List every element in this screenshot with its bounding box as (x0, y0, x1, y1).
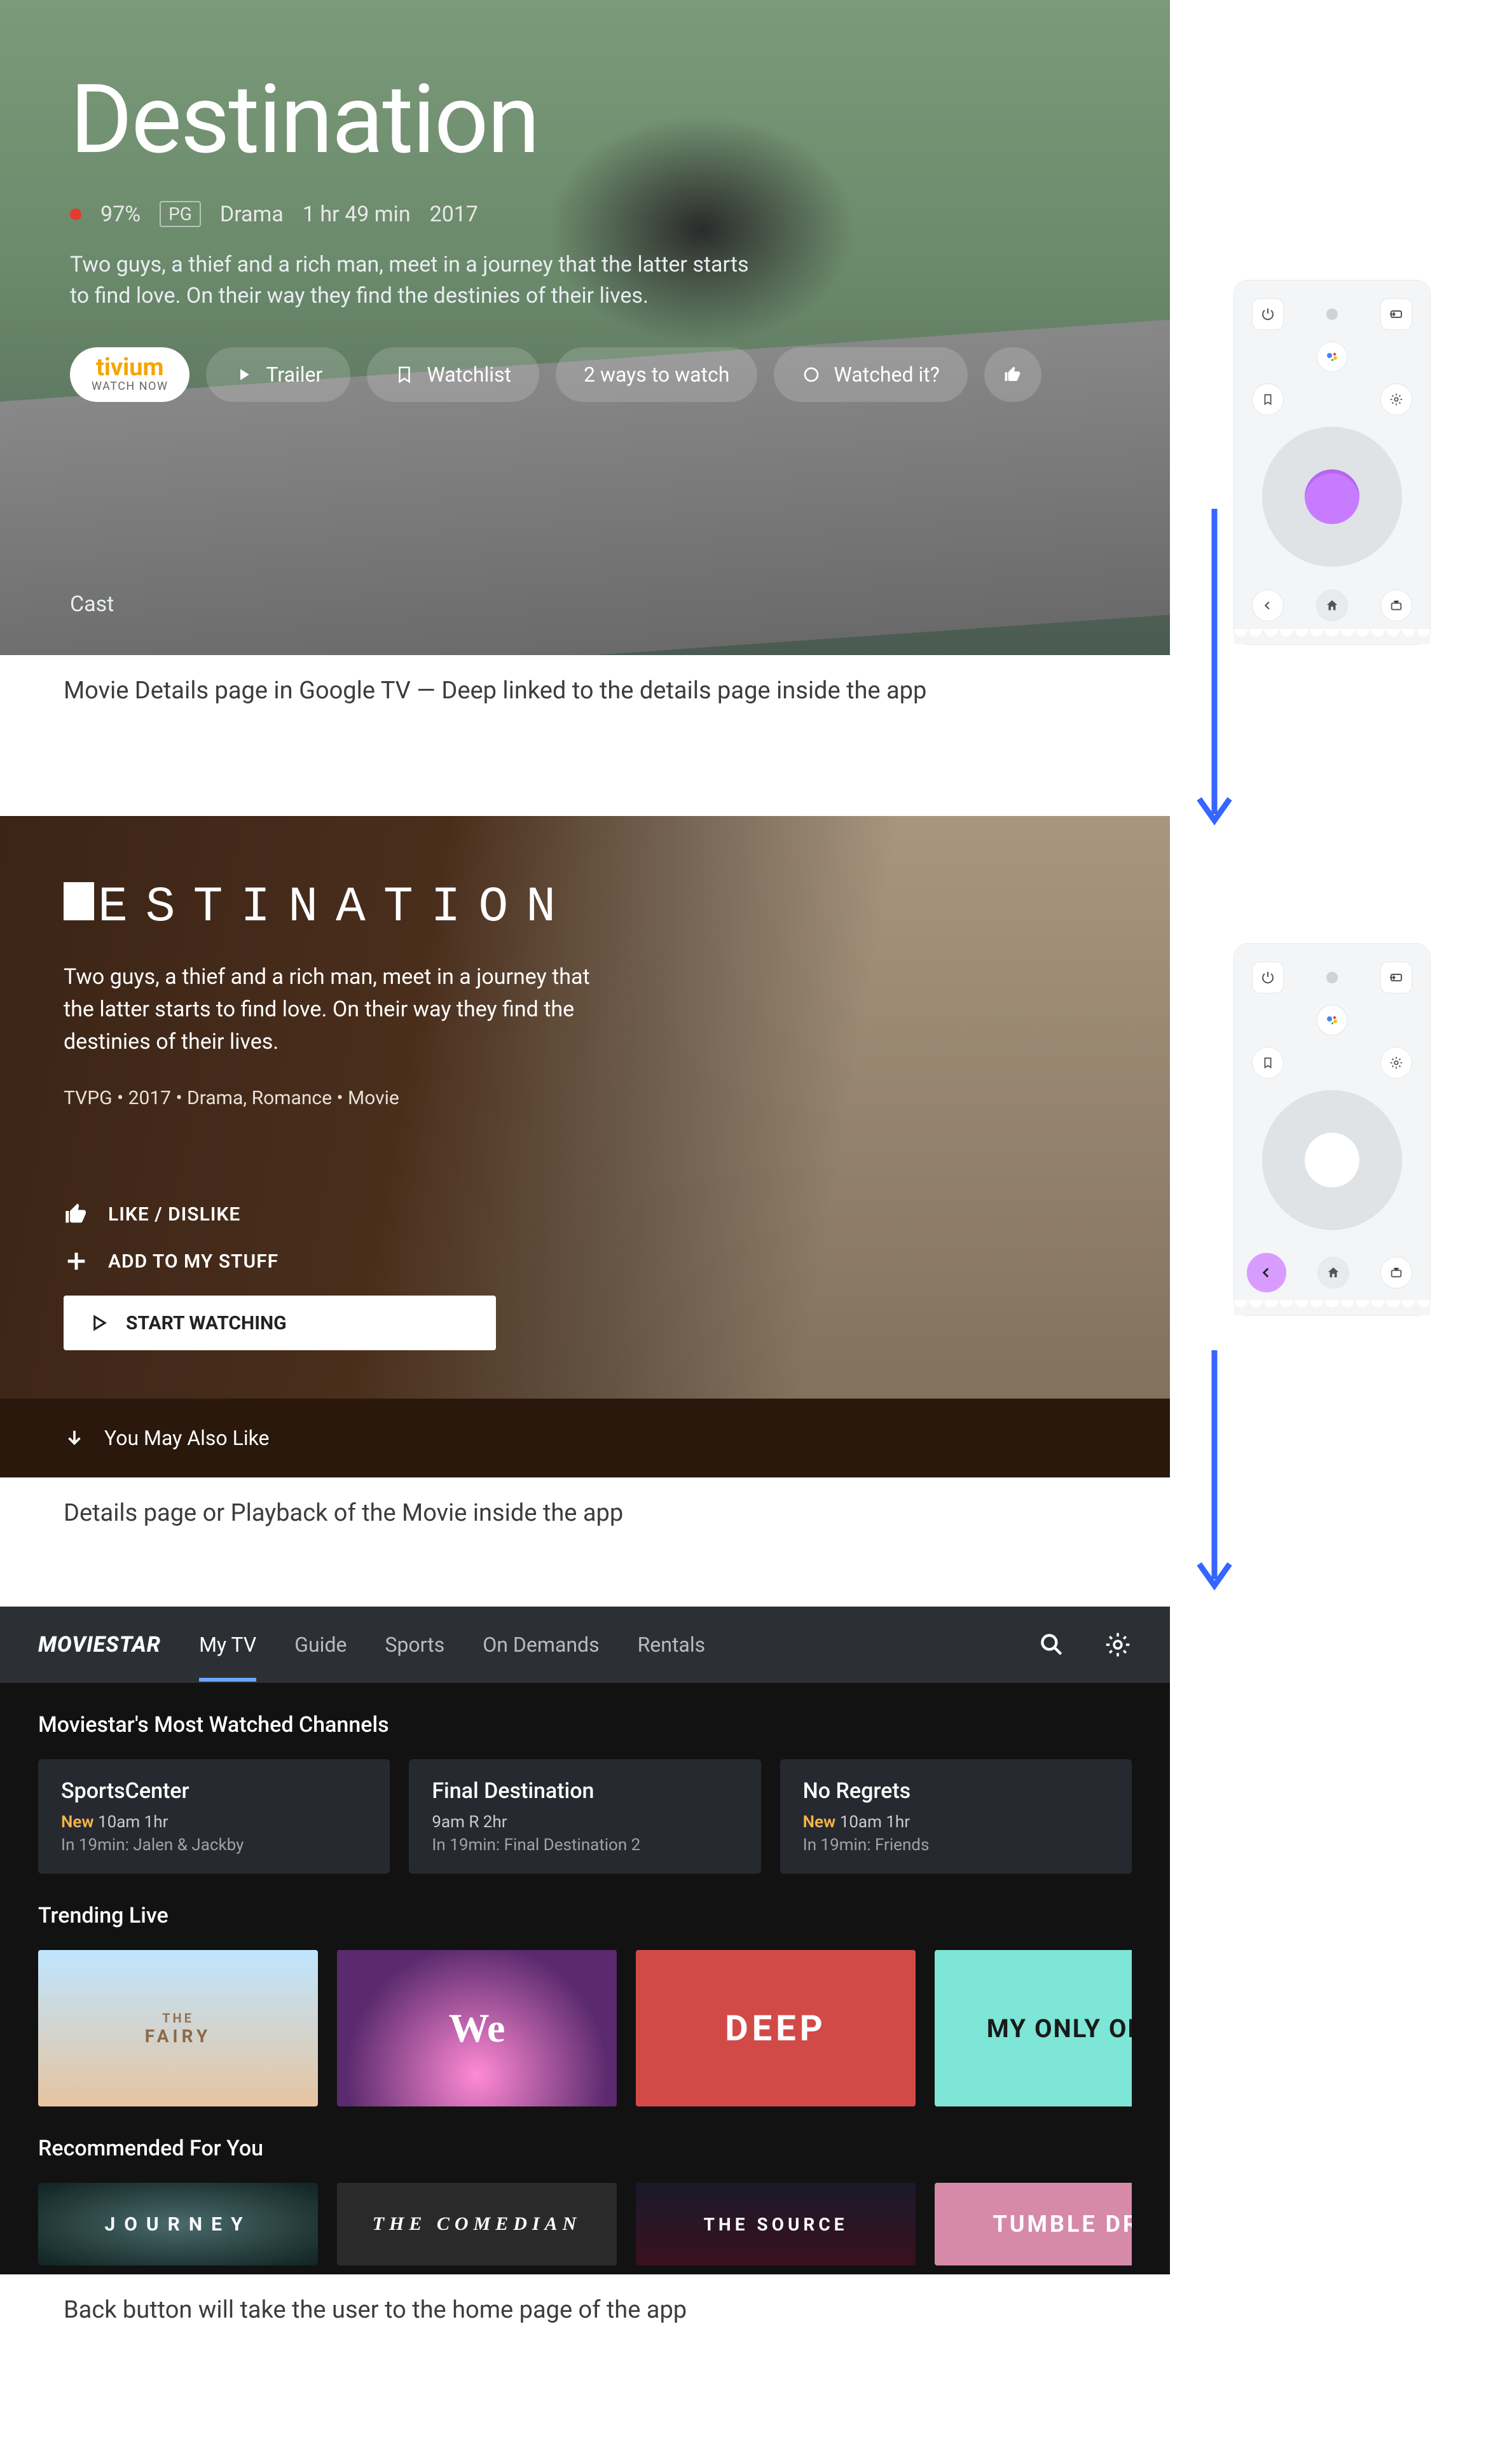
arrow-down-icon (64, 1427, 85, 1449)
back-button-highlighted[interactable] (1247, 1253, 1286, 1292)
movie-title: ESTINATION (64, 880, 1170, 936)
poster-tile[interactable]: THEFAIRY (38, 1950, 318, 2106)
input-button[interactable] (1380, 298, 1412, 330)
settings-button[interactable] (1104, 1631, 1132, 1659)
poster-tile[interactable]: We (337, 1950, 617, 2106)
poster-tile[interactable]: MY ONLY ONE (935, 1950, 1132, 2106)
tv-button[interactable] (1380, 590, 1412, 621)
power-button[interactable] (1252, 962, 1284, 993)
ways-to-watch-button[interactable]: 2 ways to watch (556, 347, 757, 402)
poster-tile[interactable]: THE SOURCE (636, 2183, 916, 2265)
watch-now-button[interactable]: tivium WATCH NOW (70, 347, 189, 402)
card-title: SportsCenter (61, 1778, 367, 1804)
watched-it-button[interactable]: Watched it? (774, 347, 967, 402)
bookmark-button[interactable] (1252, 1047, 1284, 1079)
top-nav: MOVIESTAR My TV Guide Sports On Demands … (0, 1607, 1170, 1683)
section-trending-title: Trending Live (38, 1903, 1132, 1928)
tab-rentals[interactable]: Rentals (638, 1608, 706, 1681)
tab-guide[interactable]: Guide (294, 1608, 347, 1681)
play-icon (234, 365, 253, 384)
settings-button[interactable] (1380, 1047, 1412, 1079)
home-button[interactable] (1316, 590, 1348, 621)
cast-heading: Cast (70, 591, 114, 617)
back-button[interactable] (1252, 590, 1284, 621)
app-home-screen: MOVIESTAR My TV Guide Sports On Demands … (0, 1607, 1170, 2274)
trailer-button[interactable]: Trailer (206, 347, 350, 402)
thumb-up-icon (64, 1201, 89, 1227)
poster-tile[interactable]: THE COMEDIAN (337, 2183, 617, 2265)
flow-arrow-2-icon (1189, 1350, 1240, 1605)
card-title: No Regrets (803, 1778, 1109, 1804)
movie-description: Two guys, a thief and a rich man, meet i… (70, 249, 757, 312)
like-dislike-button[interactable]: LIKE / DISLIKE (64, 1201, 496, 1227)
movie-year: 2017 (430, 202, 478, 227)
home-button[interactable] (1317, 1257, 1349, 1289)
rating-chip: PG (160, 201, 201, 227)
dpad-ring[interactable] (1262, 1090, 1402, 1230)
channel-card[interactable]: No Regrets New 10am 1hr In 19min: Friend… (780, 1759, 1132, 1874)
mic-hole-icon (1326, 972, 1338, 983)
dpad-ring[interactable] (1262, 427, 1402, 567)
channel-card[interactable]: SportsCenter New 10am 1hr In 19min: Jale… (38, 1759, 390, 1874)
caption-3: Back button will take the user to the ho… (0, 2274, 1170, 2327)
movie-title: Destination (70, 64, 1170, 176)
google-tv-detail-screen: Destination 97% PG Drama 1 hr 49 min 201… (0, 0, 1170, 655)
remote-2 (1234, 943, 1431, 1316)
assistant-button[interactable] (1317, 342, 1347, 372)
more-button[interactable] (984, 347, 1041, 402)
provider-brand: tivium (96, 356, 163, 380)
search-button[interactable] (1038, 1631, 1066, 1659)
start-watching-button[interactable]: START WATCHING (64, 1296, 496, 1350)
dpad-select-button[interactable] (1305, 469, 1359, 524)
add-to-my-stuff-button[interactable]: ADD TO MY STUFF (64, 1248, 496, 1274)
movie-description: Two guys, a thief and a rich man, meet i… (64, 961, 623, 1058)
bookmark-button[interactable] (1252, 384, 1284, 415)
power-button[interactable] (1252, 298, 1284, 330)
dpad-select-button[interactable] (1305, 1133, 1359, 1187)
movie-score: 97% (100, 202, 141, 227)
bookmark-icon (395, 365, 414, 384)
assistant-button[interactable] (1317, 1005, 1347, 1035)
section-most-watched-title: Moviestar's Most Watched Channels (38, 1712, 1132, 1738)
play-icon (89, 1313, 108, 1332)
card-title: Final Destination (432, 1778, 738, 1804)
in-app-detail-screen: ESTINATION Two guys, a thief and a rich … (0, 816, 1170, 1477)
input-button[interactable] (1380, 962, 1412, 993)
movie-meta: TVPG • 2017 • Drama, Romance • Movie (64, 1087, 1170, 1109)
tab-sports[interactable]: Sports (385, 1608, 444, 1681)
app-logo: MOVIESTAR (38, 1632, 161, 1657)
remote-1 (1234, 280, 1431, 645)
poster-tile[interactable]: TUMBLE DRY (935, 2183, 1132, 2265)
thumb-icon (1003, 365, 1022, 384)
section-recommended-title: Recommended For You (38, 2136, 1132, 2161)
tab-my-tv[interactable]: My TV (199, 1608, 256, 1681)
circle-icon (802, 365, 821, 384)
caption-2: Details page or Playback of the Movie in… (0, 1477, 1170, 1530)
provider-sub: WATCH NOW (92, 380, 168, 393)
movie-meta: 97% PG Drama 1 hr 49 min 2017 (70, 201, 1170, 227)
plus-icon (64, 1248, 89, 1274)
settings-button[interactable] (1380, 384, 1412, 415)
mic-hole-icon (1326, 308, 1338, 320)
channel-card[interactable]: Final Destination 9am R 2hr In 19min: Fi… (409, 1759, 760, 1874)
poster-tile[interactable]: DEEP (636, 1950, 916, 2106)
tv-button[interactable] (1380, 1257, 1412, 1289)
poster-tile[interactable]: JOURNEY (38, 2183, 318, 2265)
movie-runtime: 1 hr 49 min (303, 202, 411, 227)
caption-1: Movie Details page in Google TV — Deep l… (0, 655, 1170, 708)
tab-on-demands[interactable]: On Demands (483, 1608, 599, 1681)
watchlist-button[interactable]: Watchlist (367, 347, 539, 402)
score-dot-icon (70, 209, 81, 220)
you-may-also-like-row[interactable]: You May Also Like (0, 1399, 1170, 1477)
movie-genre: Drama (220, 202, 284, 227)
